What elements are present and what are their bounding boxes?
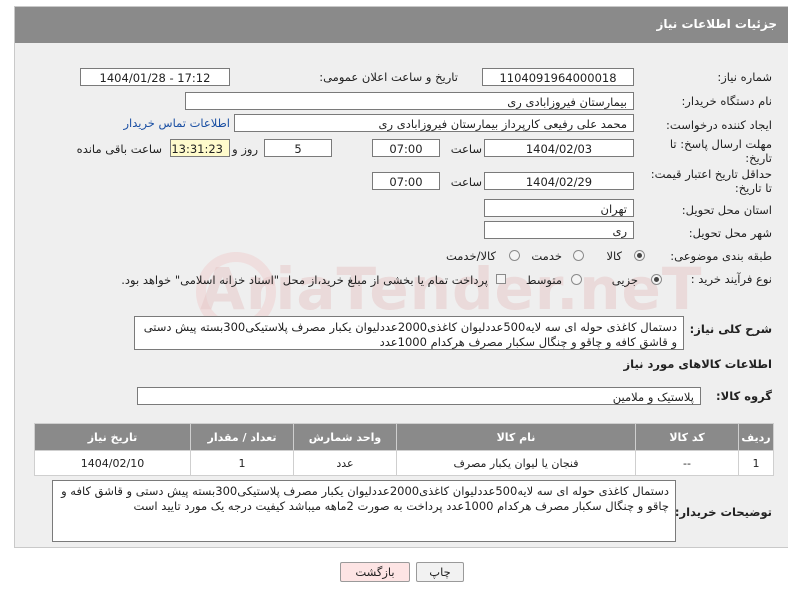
cell-date: 1404/02/10 xyxy=(34,450,191,476)
province-field[interactable]: تهران xyxy=(484,199,634,217)
remaining-time-field: 13:31:23 xyxy=(170,139,230,157)
deadline-date-field[interactable]: 1404/02/03 xyxy=(484,139,634,157)
col-unit-header: واحد شمارش xyxy=(293,423,397,451)
category-both-label: کالا/خدمت xyxy=(445,249,496,263)
cell-qty: 1 xyxy=(190,450,294,476)
category-both-radio[interactable] xyxy=(509,250,520,261)
category-label: طبقه بندی موضوعی: xyxy=(670,249,772,263)
process-label: نوع فرآیند خرید : xyxy=(690,272,772,286)
treasury-payment-note: پرداخت تمام یا بخشی از مبلغ خرید،از محل … xyxy=(121,273,488,287)
process-medium-radio[interactable] xyxy=(571,274,582,285)
table-row: 1 -- فنجان یا لیوان یکبار مصرف عدد 1 140… xyxy=(34,450,774,476)
city-field[interactable]: ری xyxy=(484,221,634,239)
announce-label: تاریخ و ساعت اعلان عمومی: xyxy=(319,70,458,84)
panel-header: جزئیات اطلاعات نیاز xyxy=(15,7,788,43)
city-label: شهر محل تحویل: xyxy=(688,226,772,240)
print-button[interactable]: چاپ xyxy=(416,562,464,582)
buyer-org-field[interactable]: بیمارستان فیروزابادی ری xyxy=(185,92,634,110)
cell-row: 1 xyxy=(738,450,774,476)
days-field[interactable]: 5 xyxy=(264,139,332,157)
goods-table: ردیف کد کالا نام کالا واحد شمارش تعداد /… xyxy=(34,423,774,476)
announce-field[interactable]: 1404/01/28 - 17:12 xyxy=(80,68,230,86)
buyer-notes-textarea[interactable]: دستمال کاغذی حوله ای سه لایه500عددلیوان … xyxy=(52,480,676,542)
panel-title: جزئیات اطلاعات نیاز xyxy=(656,17,777,31)
process-minor-radio[interactable] xyxy=(651,274,662,285)
col-row-header: ردیف xyxy=(738,423,774,451)
goods-table-header: ردیف کد کالا نام کالا واحد شمارش تعداد /… xyxy=(34,423,774,451)
col-name-header: نام کالا xyxy=(396,423,636,451)
process-medium-label: متوسط xyxy=(525,273,562,287)
creator-field[interactable]: محمد علی رفیعی کارپرداز بیمارستان فیروزا… xyxy=(234,114,634,132)
category-goods-radio[interactable] xyxy=(634,250,645,261)
need-number-label: شماره نیاز: xyxy=(717,70,772,84)
validity-time-field[interactable]: 07:00 xyxy=(372,172,440,190)
deadline-time-label: ساعت xyxy=(450,142,482,156)
cell-unit: عدد xyxy=(293,450,397,476)
col-date-header: تاریخ نیاز xyxy=(34,423,191,451)
treasury-payment-checkbox[interactable] xyxy=(496,274,506,284)
col-code-header: کد کالا xyxy=(635,423,739,451)
deadline-time-field[interactable]: 07:00 xyxy=(372,139,440,157)
goods-group-label: گروه کالا: xyxy=(716,389,772,403)
validity-time-label: ساعت xyxy=(450,175,482,189)
process-minor-label: جزیی xyxy=(611,273,638,287)
category-service-label: خدمت xyxy=(531,249,562,263)
col-qty-header: تعداد / مقدار xyxy=(190,423,294,451)
cell-name: فنجان یا لیوان یکبار مصرف xyxy=(396,450,636,476)
description-label: شرح کلی نیاز: xyxy=(689,322,772,336)
back-button[interactable]: بازگشت xyxy=(340,562,410,582)
deadline-label: مهلت ارسال پاسخ: تا تاریخ: xyxy=(669,137,772,165)
validity-date-field[interactable]: 1404/02/29 xyxy=(484,172,634,190)
goods-section-title: اطلاعات کالاهای مورد نیاز xyxy=(623,357,772,371)
goods-group-field[interactable]: پلاستیک و ملامین xyxy=(137,387,701,405)
buyer-org-label: نام دستگاه خریدار: xyxy=(681,94,772,108)
remaining-label: ساعت باقی مانده xyxy=(76,142,162,156)
days-label: روز و xyxy=(232,142,258,156)
buyer-notes-label: توضیحات خریدار: xyxy=(674,505,772,519)
need-number-field[interactable]: 1104091964000018 xyxy=(482,68,634,86)
contact-buyer-link[interactable]: اطلاعات تماس خریدار xyxy=(123,116,230,130)
cell-code: -- xyxy=(635,450,739,476)
province-label: استان محل تحویل: xyxy=(681,203,772,217)
category-service-radio[interactable] xyxy=(573,250,584,261)
validity-label: حداقل تاریخ اعتبار قیمت: تا تاریخ: xyxy=(650,167,772,195)
category-goods-label: کالا xyxy=(606,249,622,263)
creator-label: ایجاد کننده درخواست: xyxy=(666,118,772,132)
description-textarea[interactable]: دستمال کاغذی حوله ای سه لایه500عددلیوان … xyxy=(134,316,684,350)
